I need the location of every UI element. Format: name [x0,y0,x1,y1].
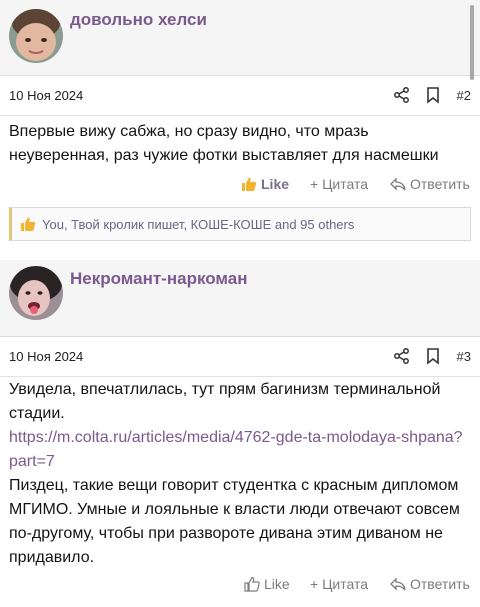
author-name[interactable]: Некромант-наркоман [70,269,247,289]
article-link[interactable]: https://m.colta.ru/articles/media/4762-g… [9,429,463,470]
author-name[interactable]: довольно хелси [70,10,207,30]
reply-label: Ответить [410,176,470,192]
thumbs-up-icon [21,217,36,231]
reactions-text: You, Твой кролик пишет, КОШЕ-КОШЕ and 95… [42,216,355,232]
reactions-bar[interactable]: You, Твой кролик пишет, КОШЕ-КОШЕ and 95… [9,207,471,241]
reply-button[interactable]: Ответить [390,576,470,592]
post-number[interactable]: #2 [457,88,471,103]
post-content: Впервые вижу сабжа, но сразу видно, что … [9,123,439,164]
quote-label: + Цитата [310,576,369,592]
post-number[interactable]: #3 [457,349,471,364]
post-meta: 10 Ноя 2024 #3 [0,337,480,377]
post-actions: Like + Цитата Ответить [0,176,480,200]
reply-arrow-icon [390,577,406,591]
quote-label: + Цитата [310,176,369,192]
post-date[interactable]: 10 Ноя 2024 [9,349,83,364]
like-button[interactable]: Like [241,176,289,192]
bookmark-icon[interactable] [424,347,442,365]
like-label: Like [264,576,290,592]
post-content: Увидела, впечатлилась, тут прям багинизм… [9,378,471,570]
scrollbar[interactable] [470,5,474,80]
content-paragraph: Увидела, впечатлилась, тут прям багинизм… [9,381,441,422]
quote-button[interactable]: + Цитата [310,176,368,192]
bookmark-icon[interactable] [424,86,442,104]
post-date[interactable]: 10 Ноя 2024 [9,88,83,103]
quote-button[interactable]: + Цитата [310,576,368,592]
content-link-wrap: https://m.colta.ru/articles/media/4762-g… [9,426,471,474]
reply-arrow-icon [390,177,406,191]
avatar[interactable] [9,266,63,320]
avatar[interactable] [9,9,63,63]
post-actions: Like + Цитата Ответить [0,576,480,600]
like-button[interactable]: Like [244,576,290,592]
reply-button[interactable]: Ответить [390,176,470,192]
thumbs-up-icon [244,576,260,592]
author-bar: довольно хелси [0,0,480,80]
thumbs-up-icon [242,177,257,191]
content-paragraph: Пиздец, такие вещи говорит студентка с к… [9,477,460,566]
like-label: Like [261,176,290,192]
reply-label: Ответить [410,576,470,592]
share-icon[interactable] [393,347,411,365]
author-bar: Некромант-наркоман [0,260,480,337]
avatar-image [9,266,63,320]
avatar-image [9,9,63,63]
share-icon[interactable] [393,86,411,104]
post-meta: 10 Ноя 2024 #2 [0,76,480,116]
